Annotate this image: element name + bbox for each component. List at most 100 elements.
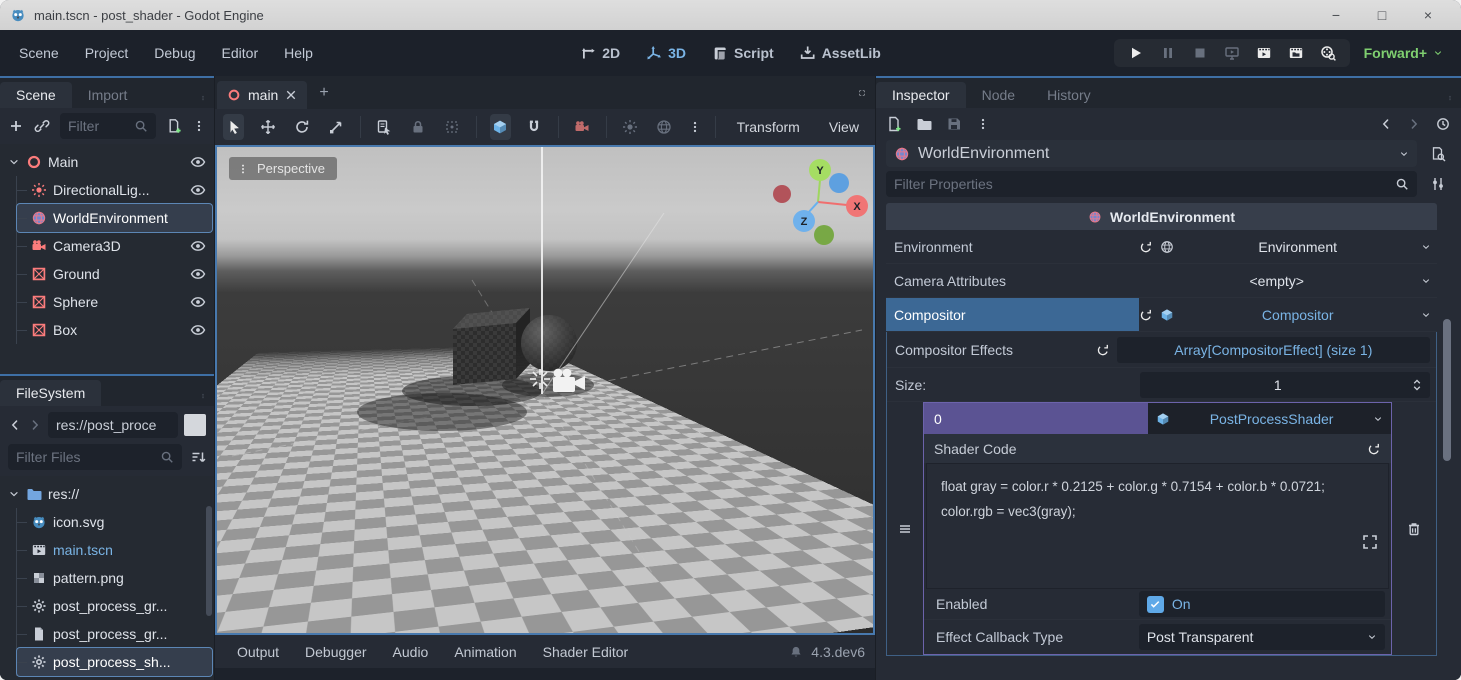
scene-node-sphere[interactable]: Sphere xyxy=(17,288,212,316)
play-button[interactable] xyxy=(1128,45,1144,61)
forward-icon[interactable] xyxy=(28,418,42,432)
revert-icon[interactable] xyxy=(1096,343,1110,357)
property-size[interactable]: Size: 1 xyxy=(887,368,1436,402)
tab-history[interactable]: History xyxy=(1031,82,1107,108)
play-custom-scene-button[interactable] xyxy=(1288,45,1304,61)
menu-debug[interactable]: Debug xyxy=(141,39,208,67)
remote-debug-button[interactable] xyxy=(1224,45,1240,61)
chevron-down-icon[interactable] xyxy=(1421,310,1431,320)
fs-item-post-process-shader[interactable]: post_process_sh... xyxy=(17,648,212,676)
effect-callback-dropdown[interactable]: Post Transparent xyxy=(1139,624,1385,650)
group-node-button[interactable] xyxy=(442,114,463,140)
distraction-free-icon[interactable] xyxy=(859,85,875,101)
category-worldenvironment[interactable]: WorldEnvironment xyxy=(886,203,1437,230)
save-resource-button[interactable] xyxy=(946,116,962,132)
titlebar[interactable]: main.tscn - post_shader - Godot Engine −… xyxy=(0,0,1461,30)
toggle-split-mode-button[interactable] xyxy=(184,414,206,436)
scene-dock-menu-icon[interactable] xyxy=(200,94,214,108)
drag-handle-icon[interactable] xyxy=(897,521,913,537)
scale-tool-button[interactable] xyxy=(325,114,346,140)
snap-toggle[interactable] xyxy=(524,114,545,140)
fs-item-post-process-grayscale-2[interactable]: post_process_gr... xyxy=(17,620,212,648)
menu-help[interactable]: Help xyxy=(271,39,326,67)
spinner-icon[interactable] xyxy=(1410,378,1424,392)
instance-scene-button[interactable] xyxy=(34,118,50,134)
resource-menu-icon[interactable] xyxy=(976,117,990,131)
perspective-menu[interactable]: Perspective xyxy=(229,157,337,180)
inspector-scrollbar[interactable] xyxy=(1443,319,1451,461)
tab-scene[interactable]: Scene xyxy=(0,82,72,108)
stop-button[interactable] xyxy=(1192,45,1208,61)
revert-icon[interactable] xyxy=(1139,240,1153,254)
play-scene-button[interactable] xyxy=(1256,45,1272,61)
pause-button[interactable] xyxy=(1160,45,1176,61)
property-compositor-effects[interactable]: Compositor Effects Array[CompositorEffec… xyxy=(887,332,1436,368)
select-tool-button[interactable] xyxy=(223,114,244,140)
workspace-assetlib[interactable]: AssetLib xyxy=(800,45,881,61)
filesystem-path-input[interactable] xyxy=(48,412,178,438)
new-scene-tab-button[interactable]: + xyxy=(307,84,340,102)
back-icon[interactable] xyxy=(8,418,22,432)
workspace-2d[interactable]: 2D xyxy=(580,45,620,61)
scene-node-box[interactable]: Box xyxy=(17,316,212,344)
panel-animation[interactable]: Animation xyxy=(442,639,528,665)
load-resource-button[interactable] xyxy=(916,116,932,132)
collapse-icon[interactable] xyxy=(8,488,20,500)
property-tools-icon[interactable] xyxy=(1430,176,1446,192)
tab-inspector[interactable]: Inspector xyxy=(876,82,966,108)
delete-element-icon[interactable] xyxy=(1406,521,1422,537)
open-docs-icon[interactable] xyxy=(1430,146,1446,162)
enabled-field[interactable]: On xyxy=(1139,591,1385,617)
new-resource-button[interactable] xyxy=(886,116,902,132)
move-tool-button[interactable] xyxy=(257,114,278,140)
panel-shader-editor[interactable]: Shader Editor xyxy=(531,639,641,665)
local-space-toggle[interactable] xyxy=(490,114,511,140)
menu-scene[interactable]: Scene xyxy=(6,39,72,67)
enabled-checkbox[interactable] xyxy=(1147,596,1164,613)
panel-debugger[interactable]: Debugger xyxy=(293,639,379,665)
collapse-icon[interactable] xyxy=(8,156,20,168)
visibility-eye-icon[interactable] xyxy=(190,154,206,170)
scene-tab-main[interactable]: main xyxy=(217,81,307,109)
compositor-effects-array-button[interactable]: Array[CompositorEffect] (size 1) xyxy=(1117,337,1430,363)
node-selector[interactable]: WorldEnvironment xyxy=(886,140,1417,167)
sun-env-menu-icon[interactable] xyxy=(688,120,702,134)
scene-node-ground[interactable]: Ground xyxy=(17,260,212,288)
scene-node-camera3d[interactable]: Camera3D xyxy=(17,232,212,260)
visibility-eye-icon[interactable] xyxy=(190,266,206,282)
visibility-eye-icon[interactable] xyxy=(190,238,206,254)
notification-bell-icon[interactable] xyxy=(789,645,803,659)
workspace-3d[interactable]: 3D xyxy=(646,45,686,61)
minimize-button[interactable]: − xyxy=(1313,0,1359,30)
menu-project[interactable]: Project xyxy=(72,39,142,67)
property-enabled[interactable]: Enabled On xyxy=(924,589,1391,620)
maximize-button[interactable]: □ xyxy=(1359,0,1405,30)
visibility-eye-icon[interactable] xyxy=(190,294,206,310)
filesystem-scrollbar[interactable] xyxy=(206,506,212,616)
revert-icon[interactable] xyxy=(1139,308,1153,322)
history-back-icon[interactable] xyxy=(1379,117,1393,131)
filter-properties-input[interactable] xyxy=(886,171,1417,197)
rotate-tool-button[interactable] xyxy=(291,114,312,140)
revert-icon[interactable] xyxy=(1367,442,1381,456)
workspace-script[interactable]: Script xyxy=(712,45,774,61)
transform-menu[interactable]: Transform xyxy=(729,119,808,135)
add-node-button[interactable] xyxy=(8,118,24,134)
property-effect-callback-type[interactable]: Effect Callback Type Post Transparent xyxy=(924,620,1391,654)
viewport-3d[interactable]: Y X Z Perspective xyxy=(215,145,875,635)
shader-code-header[interactable]: Shader Code xyxy=(924,434,1391,463)
expand-code-icon[interactable] xyxy=(1362,534,1378,550)
filesystem-menu-icon[interactable] xyxy=(200,392,214,406)
tab-node[interactable]: Node xyxy=(966,82,1031,108)
panel-output[interactable]: Output xyxy=(225,639,291,665)
environment-preview-button[interactable] xyxy=(654,114,675,140)
scene-node-main[interactable]: Main xyxy=(2,148,212,176)
inspector-menu-icon[interactable] xyxy=(1447,94,1461,108)
close-button[interactable]: × xyxy=(1405,0,1451,30)
fs-item-res-root[interactable]: res:// xyxy=(2,480,212,508)
scene-tree-menu-icon[interactable] xyxy=(192,119,206,133)
sort-files-icon[interactable] xyxy=(190,449,206,465)
fs-item-main-tscn[interactable]: main.tscn xyxy=(17,536,212,564)
sun-preview-button[interactable] xyxy=(620,114,641,140)
scene-node-directionallight[interactable]: DirectionalLig... xyxy=(17,176,212,204)
